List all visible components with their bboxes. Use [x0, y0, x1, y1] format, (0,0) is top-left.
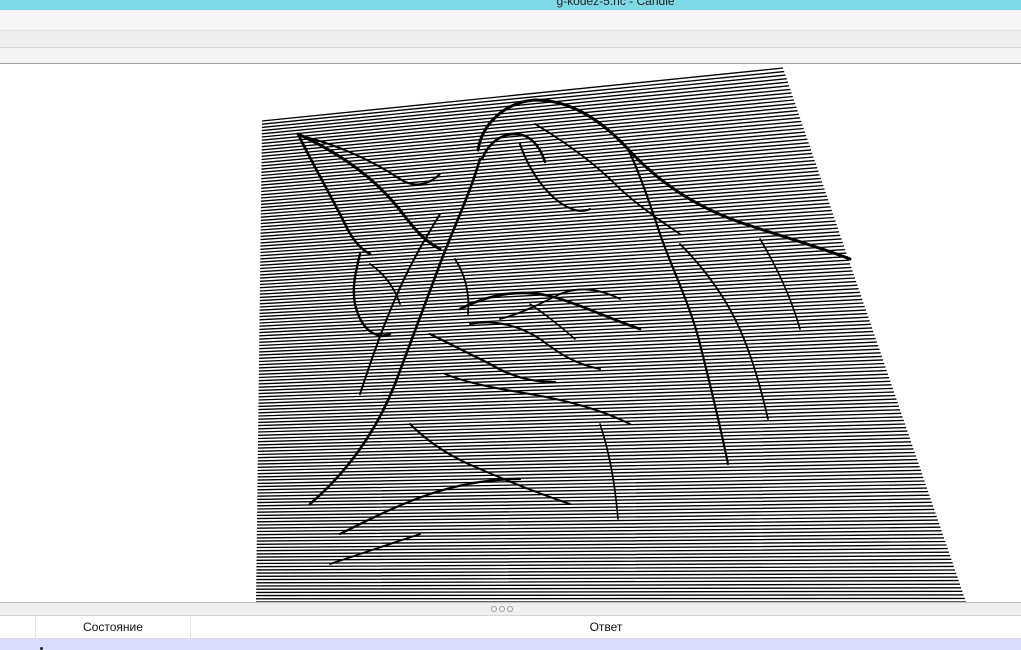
- menu-bar: [0, 10, 1021, 31]
- window-titlebar[interactable]: g-kodez-5.nc - Candle: [0, 0, 1021, 10]
- toolpath-viewport[interactable]: [0, 64, 1021, 602]
- panel-splitter[interactable]: [0, 602, 1021, 616]
- console-column-index[interactable]: [0, 616, 36, 638]
- toolpath-canvas[interactable]: [0, 64, 1021, 602]
- console-column-answer[interactable]: Ответ: [191, 616, 1021, 638]
- window-title: g-kodez-5.nc - Candle: [556, 0, 675, 8]
- toolbar: [0, 31, 1021, 48]
- console-table-header: Состояние Ответ: [0, 616, 1021, 639]
- secondary-toolbar: [0, 48, 1021, 64]
- splitter-grip-icon[interactable]: [489, 605, 515, 613]
- table-row[interactable]: [0, 639, 1021, 650]
- console-column-state[interactable]: Состояние: [36, 616, 191, 638]
